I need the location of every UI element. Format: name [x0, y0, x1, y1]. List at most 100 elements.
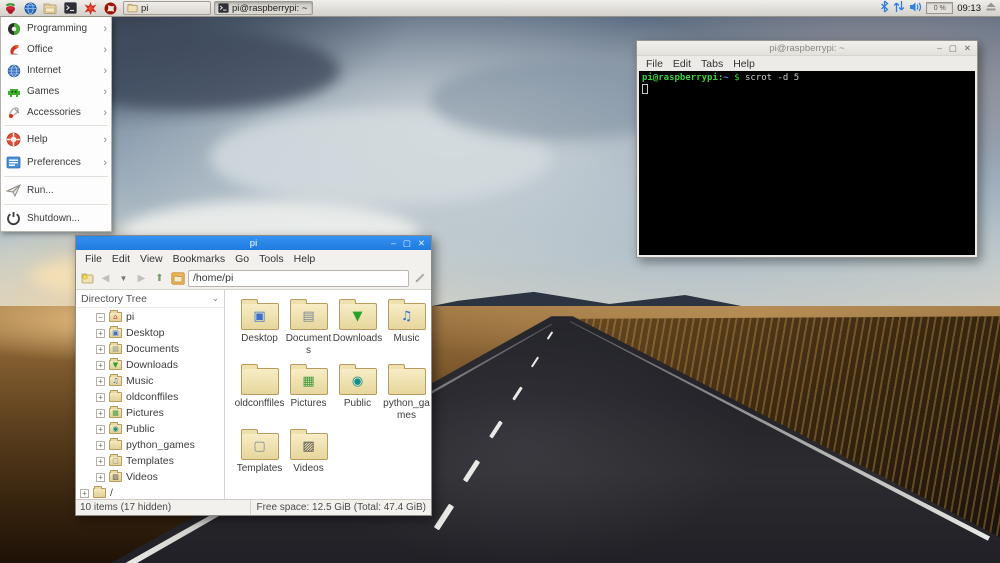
path-input[interactable] — [188, 269, 409, 287]
file-manager-titlebar[interactable]: pi – ▢ ✕ — [76, 236, 431, 250]
folder-item[interactable]: ▦ Pictures — [284, 363, 333, 421]
menubar-item[interactable]: Tabs — [696, 58, 728, 70]
tree-item[interactable]: + ▦ Pictures — [76, 405, 224, 421]
menubar-item[interactable]: Edit — [668, 58, 696, 70]
expander-icon[interactable]: + — [96, 360, 105, 370]
shutdown-icon — [6, 211, 21, 226]
system-tray: 0 % 09:13 — [880, 0, 1000, 16]
folder-icon: ▢ — [240, 429, 279, 460]
forward-icon[interactable]: ▶ — [134, 271, 149, 286]
folder-icon: ▢ — [109, 454, 122, 466]
folder-label: python_games — [383, 398, 430, 421]
menu-raspberry-icon[interactable] — [0, 0, 20, 16]
menubar-item[interactable]: Tools — [254, 253, 289, 265]
folder-label: Desktop — [241, 333, 278, 344]
folder-item[interactable]: ▣ Desktop — [235, 298, 284, 356]
folder-icon: ♫ — [387, 299, 426, 330]
tree-item[interactable]: + ▨ Videos — [76, 469, 224, 485]
expander-icon[interactable]: + — [96, 440, 105, 450]
file-manager-icon[interactable] — [40, 0, 60, 16]
maximize-icon[interactable]: ▢ — [403, 239, 411, 248]
window-title: pi — [249, 237, 258, 249]
expander-icon[interactable]: + — [96, 456, 105, 466]
minimize-icon[interactable]: – — [937, 44, 942, 53]
cpu-monitor[interactable]: 0 % — [926, 2, 954, 14]
menu-item-accessories[interactable]: Accessories — [1, 102, 111, 123]
expander-icon[interactable]: − — [96, 312, 105, 322]
folder-item[interactable]: ▢ Templates — [235, 428, 284, 475]
folder-item[interactable]: ♫ Music — [382, 298, 431, 356]
file-manager-menubar: File Edit View Bookmarks Go Tools Help — [76, 250, 431, 267]
menu-item-help[interactable]: Help — [1, 128, 111, 151]
tree-item[interactable]: + ▤ Documents — [76, 341, 224, 357]
history-dropdown-icon[interactable]: ▼ — [116, 271, 131, 286]
menubar-item[interactable]: File — [641, 58, 668, 70]
close-icon[interactable]: ✕ — [418, 239, 425, 248]
task-button-file-manager[interactable]: pi — [123, 1, 211, 15]
expander-icon[interactable]: + — [96, 328, 105, 338]
terminal-icon[interactable] — [60, 0, 80, 16]
menu-item-preferences[interactable]: Preferences — [1, 151, 111, 174]
clock[interactable]: 09:13 — [957, 3, 981, 14]
mathematica-icon[interactable] — [100, 0, 120, 16]
tree-item[interactable]: + python_games — [76, 437, 224, 453]
menu-item-programming[interactable]: Programming — [1, 18, 111, 39]
folder-item[interactable]: ▨ Videos — [284, 428, 333, 475]
tree-item[interactable]: + ◉ Public — [76, 421, 224, 437]
menubar-item[interactable]: Help — [728, 58, 760, 70]
volume-icon[interactable] — [909, 1, 922, 16]
expander-icon[interactable]: + — [96, 344, 105, 354]
folder-item[interactable]: oldconffiles — [235, 363, 284, 421]
location-pen-icon[interactable] — [412, 271, 427, 286]
home-icon[interactable] — [170, 271, 185, 286]
menu-item-label: Games — [27, 86, 60, 97]
menubar-item[interactable]: Bookmarks — [168, 253, 231, 265]
network-icon[interactable] — [893, 0, 905, 16]
folder-item[interactable]: ▤ Documents — [284, 298, 333, 356]
menubar-item[interactable]: Edit — [107, 253, 135, 265]
bluetooth-icon[interactable] — [880, 0, 889, 16]
expander-icon[interactable]: + — [96, 376, 105, 386]
terminal-titlebar[interactable]: pi@raspberrypi: ~ – ▢ ✕ — [637, 41, 977, 56]
folder-label: Downloads — [332, 333, 383, 344]
wolfram-icon[interactable] — [80, 0, 100, 16]
expander-icon[interactable]: + — [80, 488, 89, 498]
sidebar-mode-select[interactable]: Directory Tree ⌄ — [76, 290, 224, 308]
menu-item-run[interactable]: Run... — [1, 179, 111, 202]
menubar-item[interactable]: Help — [289, 253, 321, 265]
folder-item[interactable]: python_games — [382, 363, 431, 421]
folder-item[interactable]: ◉ Public — [333, 363, 382, 421]
menu-item-shutdown[interactable]: Shutdown... — [1, 207, 111, 230]
menu-item-office[interactable]: Office — [1, 39, 111, 60]
tree-item[interactable]: + ▣ Desktop — [76, 325, 224, 341]
terminal-prompt-line: pi@raspberrypi:~ $ scrot -d 5 — [642, 73, 972, 84]
up-icon[interactable]: ⬆ — [152, 271, 167, 286]
expander-icon[interactable]: + — [96, 392, 105, 402]
task-button-terminal[interactable]: pi@raspberrypi: ~ — [214, 1, 314, 15]
folder-item[interactable]: ▼ Downloads — [333, 298, 382, 356]
expander-icon[interactable]: + — [96, 408, 105, 418]
tree-item[interactable]: − ⌂ pi — [76, 309, 224, 325]
eject-icon[interactable] — [985, 1, 997, 15]
cpu-usage-label: 0 % — [933, 4, 946, 12]
close-icon[interactable]: ✕ — [964, 44, 971, 53]
folder-icon: ◉ — [109, 422, 122, 434]
minimize-icon[interactable]: – — [391, 239, 396, 248]
tree-item[interactable]: + ▢ Templates — [76, 453, 224, 469]
tree-item[interactable]: + oldconffiles — [76, 389, 224, 405]
web-browser-icon[interactable] — [20, 0, 40, 16]
tree-item[interactable]: + ♫ Music — [76, 373, 224, 389]
menubar-item[interactable]: View — [135, 253, 168, 265]
back-icon[interactable]: ◀ — [98, 271, 113, 286]
terminal-screen[interactable]: pi@raspberrypi:~ $ scrot -d 5 — [639, 71, 975, 255]
menubar-item[interactable]: Go — [230, 253, 254, 265]
expander-icon[interactable]: + — [96, 424, 105, 434]
menu-item-internet[interactable]: Internet — [1, 60, 111, 81]
menu-item-games[interactable]: Games — [1, 81, 111, 102]
tree-item[interactable]: + ▼ Downloads — [76, 357, 224, 373]
menubar-item[interactable]: File — [80, 253, 107, 265]
expander-icon[interactable]: + — [96, 472, 105, 482]
tree-item[interactable]: + / — [76, 485, 224, 499]
new-tab-icon[interactable] — [80, 271, 95, 286]
maximize-icon[interactable]: ▢ — [949, 44, 957, 53]
